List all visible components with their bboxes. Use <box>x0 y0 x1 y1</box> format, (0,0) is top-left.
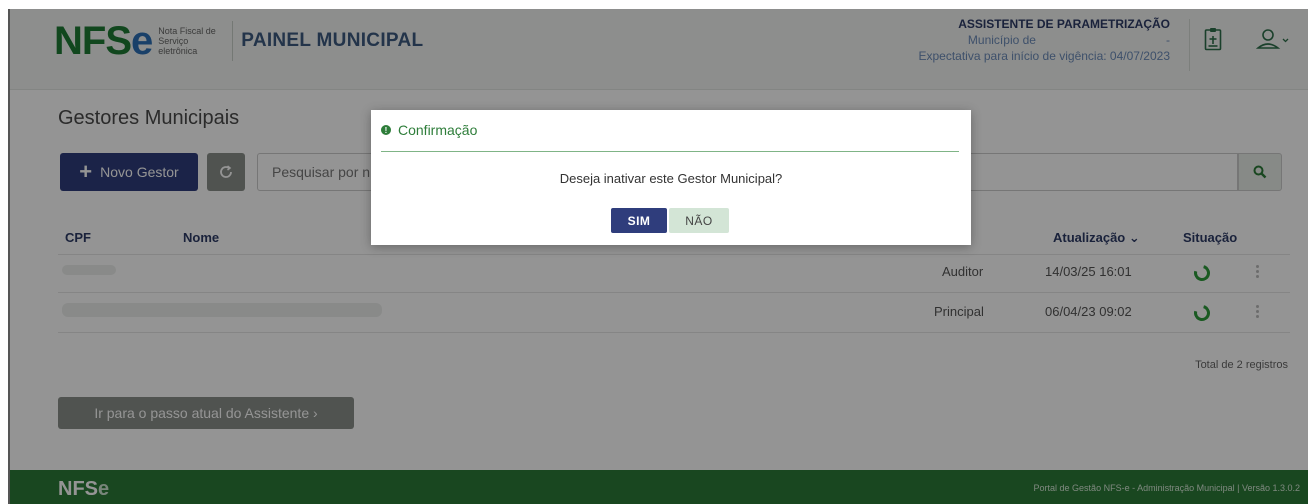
app-window: NFSe Nota Fiscal de Serviço eletrônica PA… <box>8 9 1308 504</box>
confirm-no-button[interactable]: NÃO <box>669 208 729 233</box>
confirm-yes-button[interactable]: SIM <box>611 208 667 233</box>
confirm-dialog: ! Confirmação Deseja inativar este Gesto… <box>371 110 971 245</box>
modal-overlay[interactable] <box>10 9 1308 504</box>
dialog-title-text: Confirmação <box>398 122 478 138</box>
dialog-message: Deseja inativar este Gestor Municipal? <box>559 171 783 186</box>
dialog-title: ! Confirmação <box>381 122 477 138</box>
dialog-divider <box>381 151 959 152</box>
info-icon: ! <box>381 125 391 135</box>
